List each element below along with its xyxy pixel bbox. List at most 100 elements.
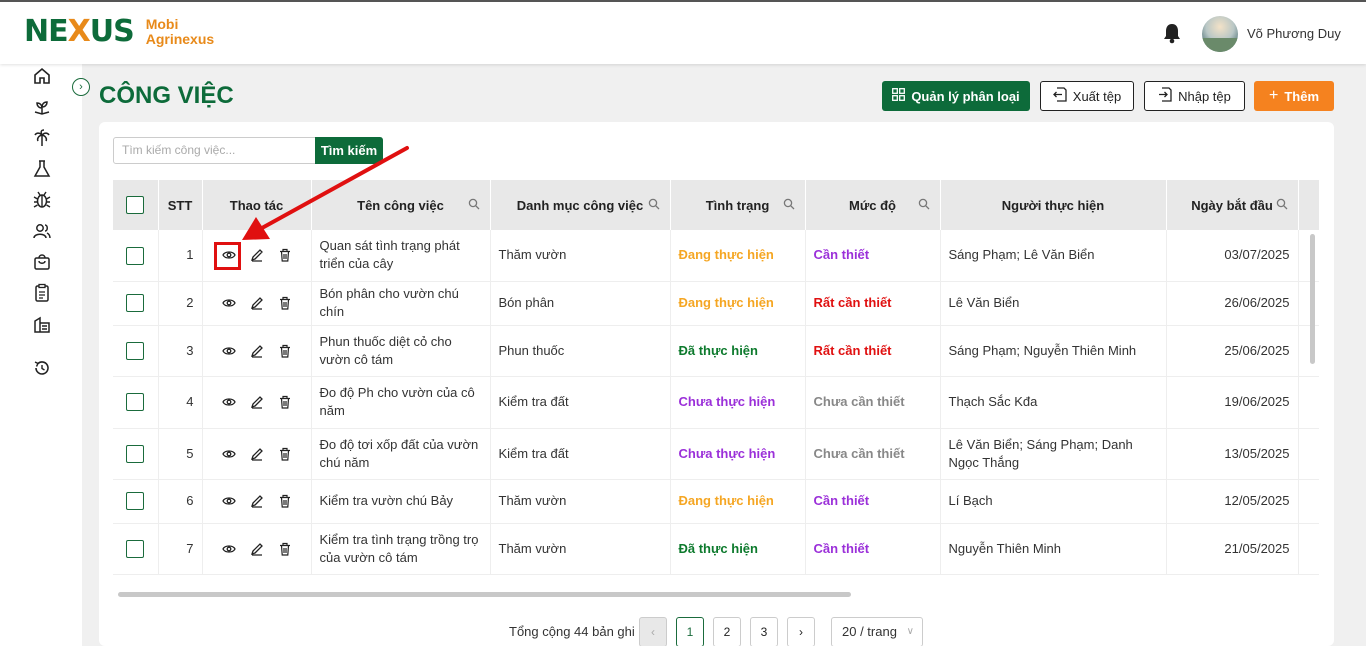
top-bar: NEXUS Mobi Agrinexus Võ Phương Duy [0,0,1366,64]
manage-categories-button[interactable]: Quản lý phân loại [882,81,1030,111]
page-2-button[interactable]: 2 [713,617,741,646]
row-actions [202,523,312,575]
users-icon[interactable] [32,221,52,241]
table-row[interactable]: 3 Phun thuốc diệt cỏ cho vườn cô tám Phun … [113,325,1319,377]
header-start-date-label: Ngày bắt đầu [1191,197,1273,213]
export-button[interactable]: Xuất tệp [1040,81,1134,111]
row-checkbox[interactable] [126,444,145,463]
row-overflow-cell [1298,281,1319,326]
eye-icon[interactable] [218,391,240,413]
user-name[interactable]: Võ Phương Duy [1247,26,1341,41]
row-stt: 1 [158,230,203,282]
row-checkbox[interactable] [126,246,145,265]
row-checkbox[interactable] [126,341,145,360]
annotation-highlight-box [214,242,241,270]
page-1-button[interactable]: 1 [676,617,704,646]
search-icon[interactable] [468,198,480,210]
prev-page-button[interactable]: ‹ [639,617,667,646]
eye-icon[interactable] [218,443,240,465]
trash-icon[interactable] [274,340,296,362]
grid-icon [892,88,906,104]
next-page-button[interactable]: › [787,617,815,646]
select-all-checkbox[interactable] [126,196,145,214]
flask-icon[interactable] [32,159,52,179]
home-icon[interactable] [32,66,52,86]
row-checkbox[interactable] [126,393,145,412]
edit-icon[interactable] [246,538,268,560]
table-row[interactable]: 7 Kiểm tra tình trạng trồng trọ của vườn … [113,523,1319,575]
table-row[interactable]: 5 Đo độ tơi xốp đất của vườn chú năm Kiểm … [113,428,1319,480]
plus-icon: + [1268,87,1279,104]
row-task-name: Phun thuốc diệt cỏ cho vườn cô tám [311,325,491,377]
task-table: STT Thao tác Tên công việc Danh mục công… [113,180,1319,580]
trash-icon[interactable] [274,490,296,512]
horizontal-scrollbar[interactable] [118,592,851,597]
row-category: Phun thuốc [490,325,671,377]
trash-icon[interactable] [274,244,296,266]
page-size-select[interactable]: 20 / trang ∨ [831,617,923,646]
clipboard-icon[interactable] [32,283,52,303]
row-assignee: Sáng Phạm; Nguyễn Thiên Minh [940,325,1167,377]
row-category: Thăm vườn [490,230,671,282]
search-icon[interactable] [918,198,930,210]
row-overflow-cell [1298,376,1319,429]
plant-icon[interactable] [32,97,52,117]
row-level: Chưa cần thiết [805,428,941,480]
eye-icon[interactable] [218,340,240,362]
eye-icon[interactable] [218,490,240,512]
search-icon[interactable] [1276,198,1288,210]
edit-icon[interactable] [246,292,268,314]
row-start-date: 03/07/2025 [1166,230,1299,282]
trash-icon[interactable] [274,443,296,465]
table-row[interactable]: 2 Bón phân cho vườn chú chín Bón phân Đang … [113,281,1319,326]
edit-icon[interactable] [246,340,268,362]
history-icon[interactable] [32,358,52,378]
avatar[interactable] [1202,16,1238,52]
warehouse-icon[interactable] [32,315,52,335]
edit-icon[interactable] [246,244,268,266]
add-button[interactable]: + Thêm [1254,81,1334,111]
search-icon[interactable] [783,198,795,210]
row-start-date: 21/05/2025 [1166,523,1299,575]
palm-tree-icon[interactable] [32,128,52,148]
chevron-left-icon: ‹ [651,625,655,639]
search-icon[interactable] [648,198,660,210]
row-category: Kiểm tra đất [490,428,671,480]
sidebar [0,64,82,646]
header-name: Tên công việc [311,180,491,230]
table-row[interactable]: 6 Kiểm tra vườn chú Bảy Thăm vườn Đang thực… [113,479,1319,524]
row-status: Đang thực hiện [670,230,806,282]
row-checkbox[interactable] [126,492,145,511]
row-level: Chưa cần thiết [805,376,941,429]
import-button[interactable]: Nhập tệp [1144,81,1245,111]
row-stt: 5 [158,428,203,480]
sidebar-toggle-button[interactable]: › [72,78,90,96]
vertical-scrollbar[interactable] [1310,234,1315,364]
edit-icon[interactable] [246,443,268,465]
row-status: Chưa thực hiện [670,376,806,429]
trash-icon[interactable] [274,292,296,314]
row-overflow-cell [1298,523,1319,575]
table-row[interactable]: 4 Đo độ Ph cho vườn của cô năm Kiểm tra đấ… [113,376,1319,429]
app-logo[interactable]: NEXUS Mobi Agrinexus [24,14,214,50]
eye-icon[interactable] [218,538,240,560]
row-assignee: Lê Văn Biển [940,281,1167,326]
edit-icon[interactable] [246,490,268,512]
edit-icon[interactable] [246,391,268,413]
trash-icon[interactable] [274,538,296,560]
row-task-name: Đo độ Ph cho vườn của cô năm [311,376,491,429]
row-task-name: Kiểm tra tình trạng trồng trọ của vườn c… [311,523,491,575]
search-button[interactable]: Tìm kiếm [315,137,383,164]
row-checkbox[interactable] [126,539,145,558]
eye-icon[interactable] [218,292,240,314]
row-status: Đang thực hiện [670,479,806,524]
search-input[interactable]: Tìm kiếm công việc... [113,137,316,164]
page-3-button[interactable]: 3 [750,617,778,646]
bug-icon[interactable] [32,190,52,210]
bell-icon[interactable] [1162,22,1182,44]
row-status: Đã thực hiện [670,523,806,575]
trash-icon[interactable] [274,391,296,413]
row-checkbox[interactable] [126,294,145,313]
shopping-bag-icon[interactable] [32,252,52,272]
table-row[interactable]: 1 Quan sát tình trạng phát triển của cây T… [113,230,1319,282]
